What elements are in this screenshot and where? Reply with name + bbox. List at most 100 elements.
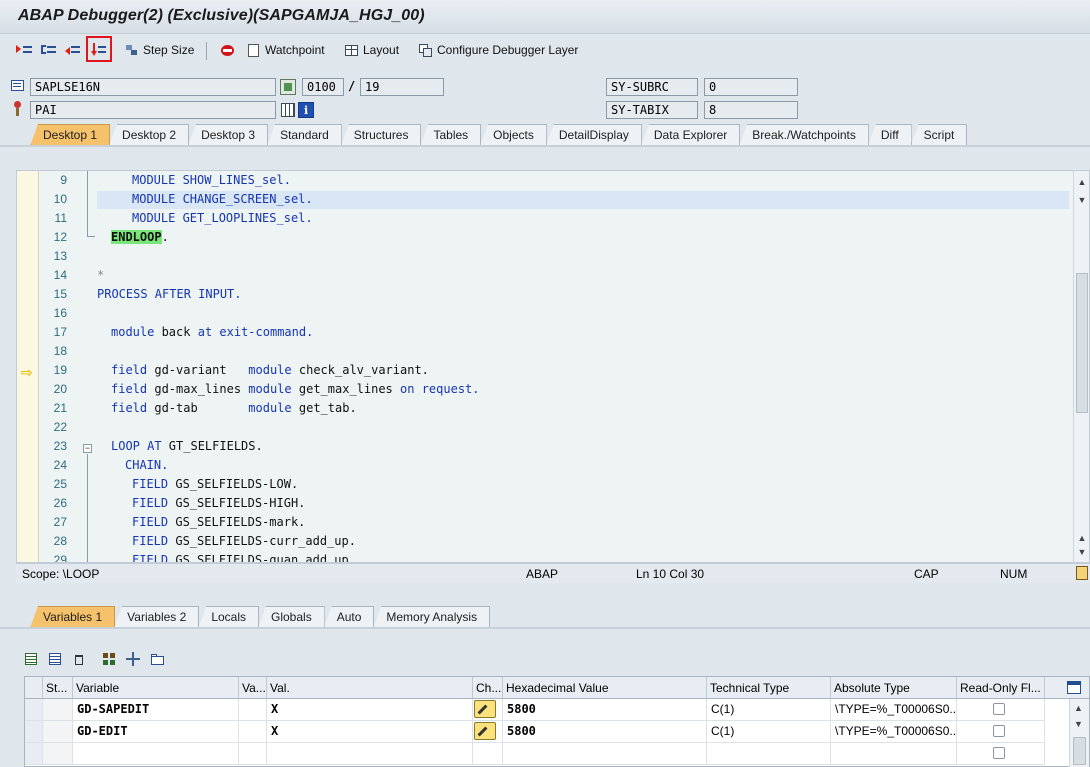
hierarchy-icon[interactable] [102,652,116,666]
tab-diff[interactable]: Diff [867,124,912,146]
scroll-down-icon[interactable]: ▼ [1074,545,1089,559]
scroll-up-icon[interactable]: ▲ [1074,531,1089,545]
value-cell[interactable] [267,743,473,765]
breakpoint-gutter[interactable]: ⇨ [17,171,39,562]
read-only-checkbox[interactable] [993,703,1005,715]
tab-variables-2[interactable]: Variables 2 [114,606,200,628]
sy-subrc-label: SY-SUBRC [606,78,698,96]
column-header-technical-type[interactable]: Technical Type [707,677,831,699]
change-cell[interactable] [473,699,503,721]
screen-icon[interactable] [280,79,296,95]
deselect-all-icon[interactable] [48,652,62,666]
return-button[interactable] [62,38,84,62]
variable-input-cell[interactable] [73,743,239,765]
read-only-cell [957,743,1045,765]
column-header-absolute-type[interactable]: Absolute Type [831,677,957,699]
tab-auto[interactable]: Auto [323,606,375,628]
tab-locals[interactable]: Locals [198,606,259,628]
scroll-up-icon[interactable]: ▲ [1074,175,1089,189]
move-icon[interactable] [126,652,140,666]
step-size-button[interactable]: Step Size [124,38,194,62]
screen-number-field[interactable]: 0100 [302,78,344,96]
tab-desktop-2[interactable]: Desktop 2 [109,124,190,146]
column-header-status[interactable]: St... [43,677,73,699]
column-settings-header[interactable] [1045,677,1089,699]
scroll-down-icon[interactable]: ▼ [1074,719,1083,729]
continue-button[interactable] [86,36,112,62]
variable-cell[interactable]: GD-SAPEDIT [73,699,239,721]
hex-value-cell[interactable]: 5800 [503,699,707,721]
edit-pencil-icon[interactable] [474,700,496,718]
absolute-type-cell[interactable]: \TYPE=%_T00006S0... [831,721,957,743]
sy-tabix-label: SY-TABIX [606,101,698,119]
event-field[interactable]: PAI [30,101,276,119]
sy-subrc-value[interactable]: 0 [704,78,798,96]
read-only-checkbox[interactable] [993,747,1005,759]
tab-memory-analysis[interactable]: Memory Analysis [373,606,491,628]
absolute-type-cell[interactable]: \TYPE=%_T00006S0... [831,699,957,721]
fold-toggle-icon[interactable]: − [83,444,92,453]
configure-debugger-layer-button[interactable]: Configure Debugger Layer [418,38,578,62]
tab-script[interactable]: Script [910,124,968,146]
edit-pencil-icon[interactable] [474,722,496,740]
tab-globals[interactable]: Globals [258,606,325,628]
tab-tables[interactable]: Tables [420,124,482,146]
row-selector[interactable] [25,699,43,721]
hex-value-cell [503,743,707,765]
info-icon[interactable]: i [298,102,314,118]
grid-scrollbar[interactable]: ▲ ▼ [1069,699,1089,767]
column-header-hex[interactable]: Hexadecimal Value [503,677,707,699]
scrollbar-thumb[interactable] [1073,737,1086,765]
grid-icon[interactable] [280,102,296,118]
screen-line-field[interactable]: 19 [360,78,444,96]
column-header-variable[interactable]: Variable [73,677,239,699]
code-line-17: module back at exit-command. [111,325,314,339]
line-number: 12 [53,230,67,244]
folder-icon[interactable] [150,652,164,666]
stop-button[interactable] [220,38,235,62]
scrollbar-thumb[interactable] [1076,273,1088,413]
editor-scrollbar[interactable]: ▲ ▼ ▲ ▼ [1073,171,1089,562]
select-all-icon[interactable] [24,652,38,666]
source-code-editor[interactable]: ⇨ 9 10 11 12 13 14 15 16 17 18 19 20 21 … [16,170,1090,563]
scroll-up-icon[interactable]: ▲ [1074,703,1083,713]
tab-detail-display[interactable]: DetailDisplay [545,124,642,146]
column-header-value[interactable]: Val. [267,677,473,699]
row-selector[interactable] [25,743,43,765]
tab-break-watchpoints[interactable]: Break./Watchpoints [739,124,869,146]
current-statement-arrow-icon: ⇨ [21,364,33,380]
code-line-15: PROCESS AFTER INPUT. [97,287,242,301]
variable-cell[interactable]: GD-EDIT [73,721,239,743]
column-header-value-type[interactable]: Va... [239,677,267,699]
sy-tabix-value[interactable]: 8 [704,101,798,119]
watchpoint-button[interactable]: Watchpoint [246,38,325,62]
change-cell[interactable] [473,721,503,743]
single-step-button[interactable] [14,38,36,62]
tab-standard[interactable]: Standard [267,124,342,146]
tab-objects[interactable]: Objects [480,124,547,146]
tab-variables-1[interactable]: Variables 1 [30,606,116,628]
layout-button[interactable]: Layout [344,38,399,62]
row-selector-header[interactable] [25,677,43,699]
scope-text: Scope: \LOOP [22,567,100,581]
execute-button[interactable] [38,38,60,62]
variables-grid: St... Variable Va... Val. Ch... Hexadeci… [24,676,1090,767]
tab-data-explorer[interactable]: Data Explorer [640,124,741,146]
scroll-down-icon[interactable]: ▼ [1074,193,1089,207]
column-header-read-only[interactable]: Read-Only Fl... [957,677,1045,699]
delete-icon[interactable] [72,652,86,666]
tab-structures[interactable]: Structures [340,124,422,146]
settings-icon[interactable] [1076,566,1088,580]
hex-value-cell[interactable]: 5800 [503,721,707,743]
code-line-11: MODULE GET_LOOPLINES_sel. [132,211,313,225]
read-only-checkbox[interactable] [993,725,1005,737]
row-selector[interactable] [25,721,43,743]
tab-desktop-1[interactable]: Desktop 1 [30,124,111,146]
column-settings-icon[interactable] [1067,681,1081,694]
program-field[interactable]: SAPLSE16N [30,78,276,96]
status-cell [43,721,73,743]
value-cell[interactable]: X [267,721,473,743]
column-header-change[interactable]: Ch... [473,677,503,699]
tab-desktop-3[interactable]: Desktop 3 [188,124,269,146]
value-cell[interactable]: X [267,699,473,721]
